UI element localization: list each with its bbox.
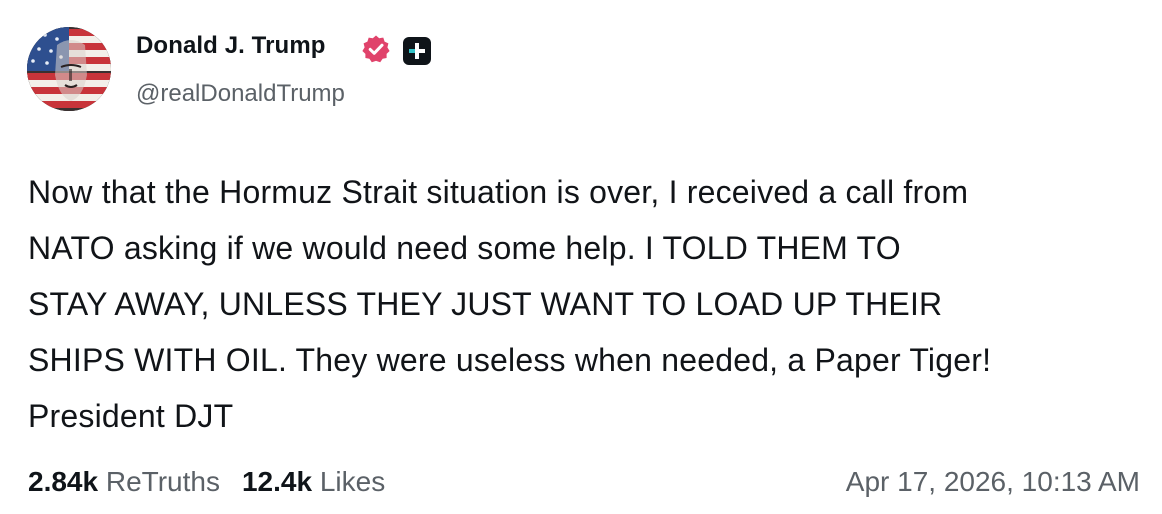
- author-avatar[interactable]: [27, 27, 111, 111]
- likes-count[interactable]: 12.4k Likes: [242, 466, 385, 497]
- retruths-count[interactable]: 2.84k ReTruths: [28, 466, 220, 497]
- author-handle[interactable]: @realDonaldTrump: [136, 78, 345, 110]
- post-stats: 2.84k ReTruths 12.4k Likes: [28, 462, 385, 502]
- retruths-value: 2.84k: [28, 466, 99, 497]
- plus-badge-icon: [403, 37, 431, 65]
- flag-portrait-avatar: [27, 27, 111, 111]
- likes-label: Likes: [319, 466, 386, 497]
- truth-post: Donald J. Trump @realDonaldTrump Now tha…: [0, 0, 1162, 514]
- post-timestamp[interactable]: Apr 17, 2026, 10:13 AM: [846, 462, 1140, 502]
- verified-badge-icon: [362, 35, 390, 63]
- likes-value: 12.4k: [241, 466, 313, 497]
- post-body-text: Now that the Hormuz Strait situation is …: [28, 174, 992, 434]
- retruths-label: ReTruths: [105, 466, 220, 497]
- author-display-name[interactable]: Donald J. Trump: [136, 30, 326, 62]
